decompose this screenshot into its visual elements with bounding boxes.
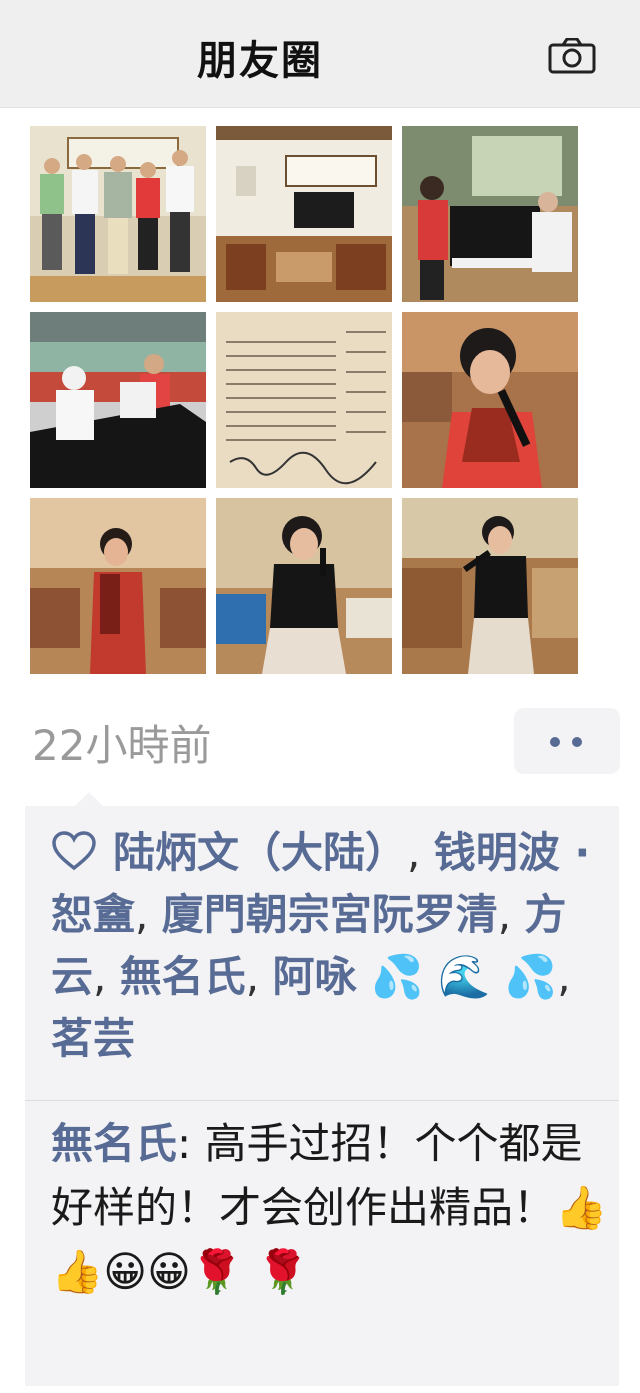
heart-icon (52, 831, 96, 871)
photo-thumbnail[interactable] (30, 312, 206, 488)
like-separator: , (557, 952, 571, 1001)
like-separator: , (93, 952, 120, 1001)
photo-grid (30, 126, 578, 674)
photo-thumbnail[interactable] (402, 312, 578, 488)
comment-author[interactable]: 無名氏 (51, 1119, 177, 1168)
camera-icon[interactable] (548, 38, 596, 74)
like-separator: , (135, 890, 162, 939)
photo-thumbnail[interactable] (216, 498, 392, 674)
comment-item[interactable]: 無名氏: 高手过招！个个都是好样的！才会创作出精品！👍👍😀😀🌹 🌹 (51, 1112, 611, 1304)
like-name[interactable]: 廈門朝宗宮阮罗清 (162, 890, 498, 939)
like-name[interactable]: 無名氏 (120, 952, 246, 1001)
photo-thumbnail[interactable] (216, 312, 392, 488)
panel-pointer (75, 792, 103, 806)
comment-separator: : (177, 1119, 205, 1168)
more-button[interactable] (514, 708, 620, 774)
divider (25, 1100, 619, 1101)
like-separator: , (497, 890, 525, 939)
photo-thumbnail[interactable] (216, 126, 392, 302)
page-title: 朋友圈 (197, 38, 323, 84)
more-icon-dot (572, 737, 582, 747)
like-name[interactable]: 陆炳文（大陆） (113, 828, 407, 877)
like-name[interactable]: 茗芸 (51, 1014, 135, 1063)
photo-thumbnail[interactable] (402, 126, 578, 302)
interactions-panel: 陆炳文（大陆）, 钱明波 · 恕盦, 廈門朝宗宮阮罗清, 方云, 無名氏, 阿咏… (25, 792, 619, 1386)
likes-list: 陆炳文（大陆）, 钱明波 · 恕盦, 廈門朝宗宮阮罗清, 方云, 無名氏, 阿咏… (51, 822, 611, 1070)
like-separator: , (407, 828, 434, 877)
like-name[interactable]: 阿咏 💦 🌊 💦 (272, 952, 557, 1001)
post-timestamp: 22小時前 (32, 721, 212, 770)
photo-thumbnail[interactable] (30, 126, 206, 302)
photo-thumbnail[interactable] (30, 498, 206, 674)
like-separator: , (245, 952, 273, 1001)
more-icon (550, 737, 560, 747)
top-bar: 朋友圈 (0, 0, 640, 108)
photo-thumbnail[interactable] (402, 498, 578, 674)
